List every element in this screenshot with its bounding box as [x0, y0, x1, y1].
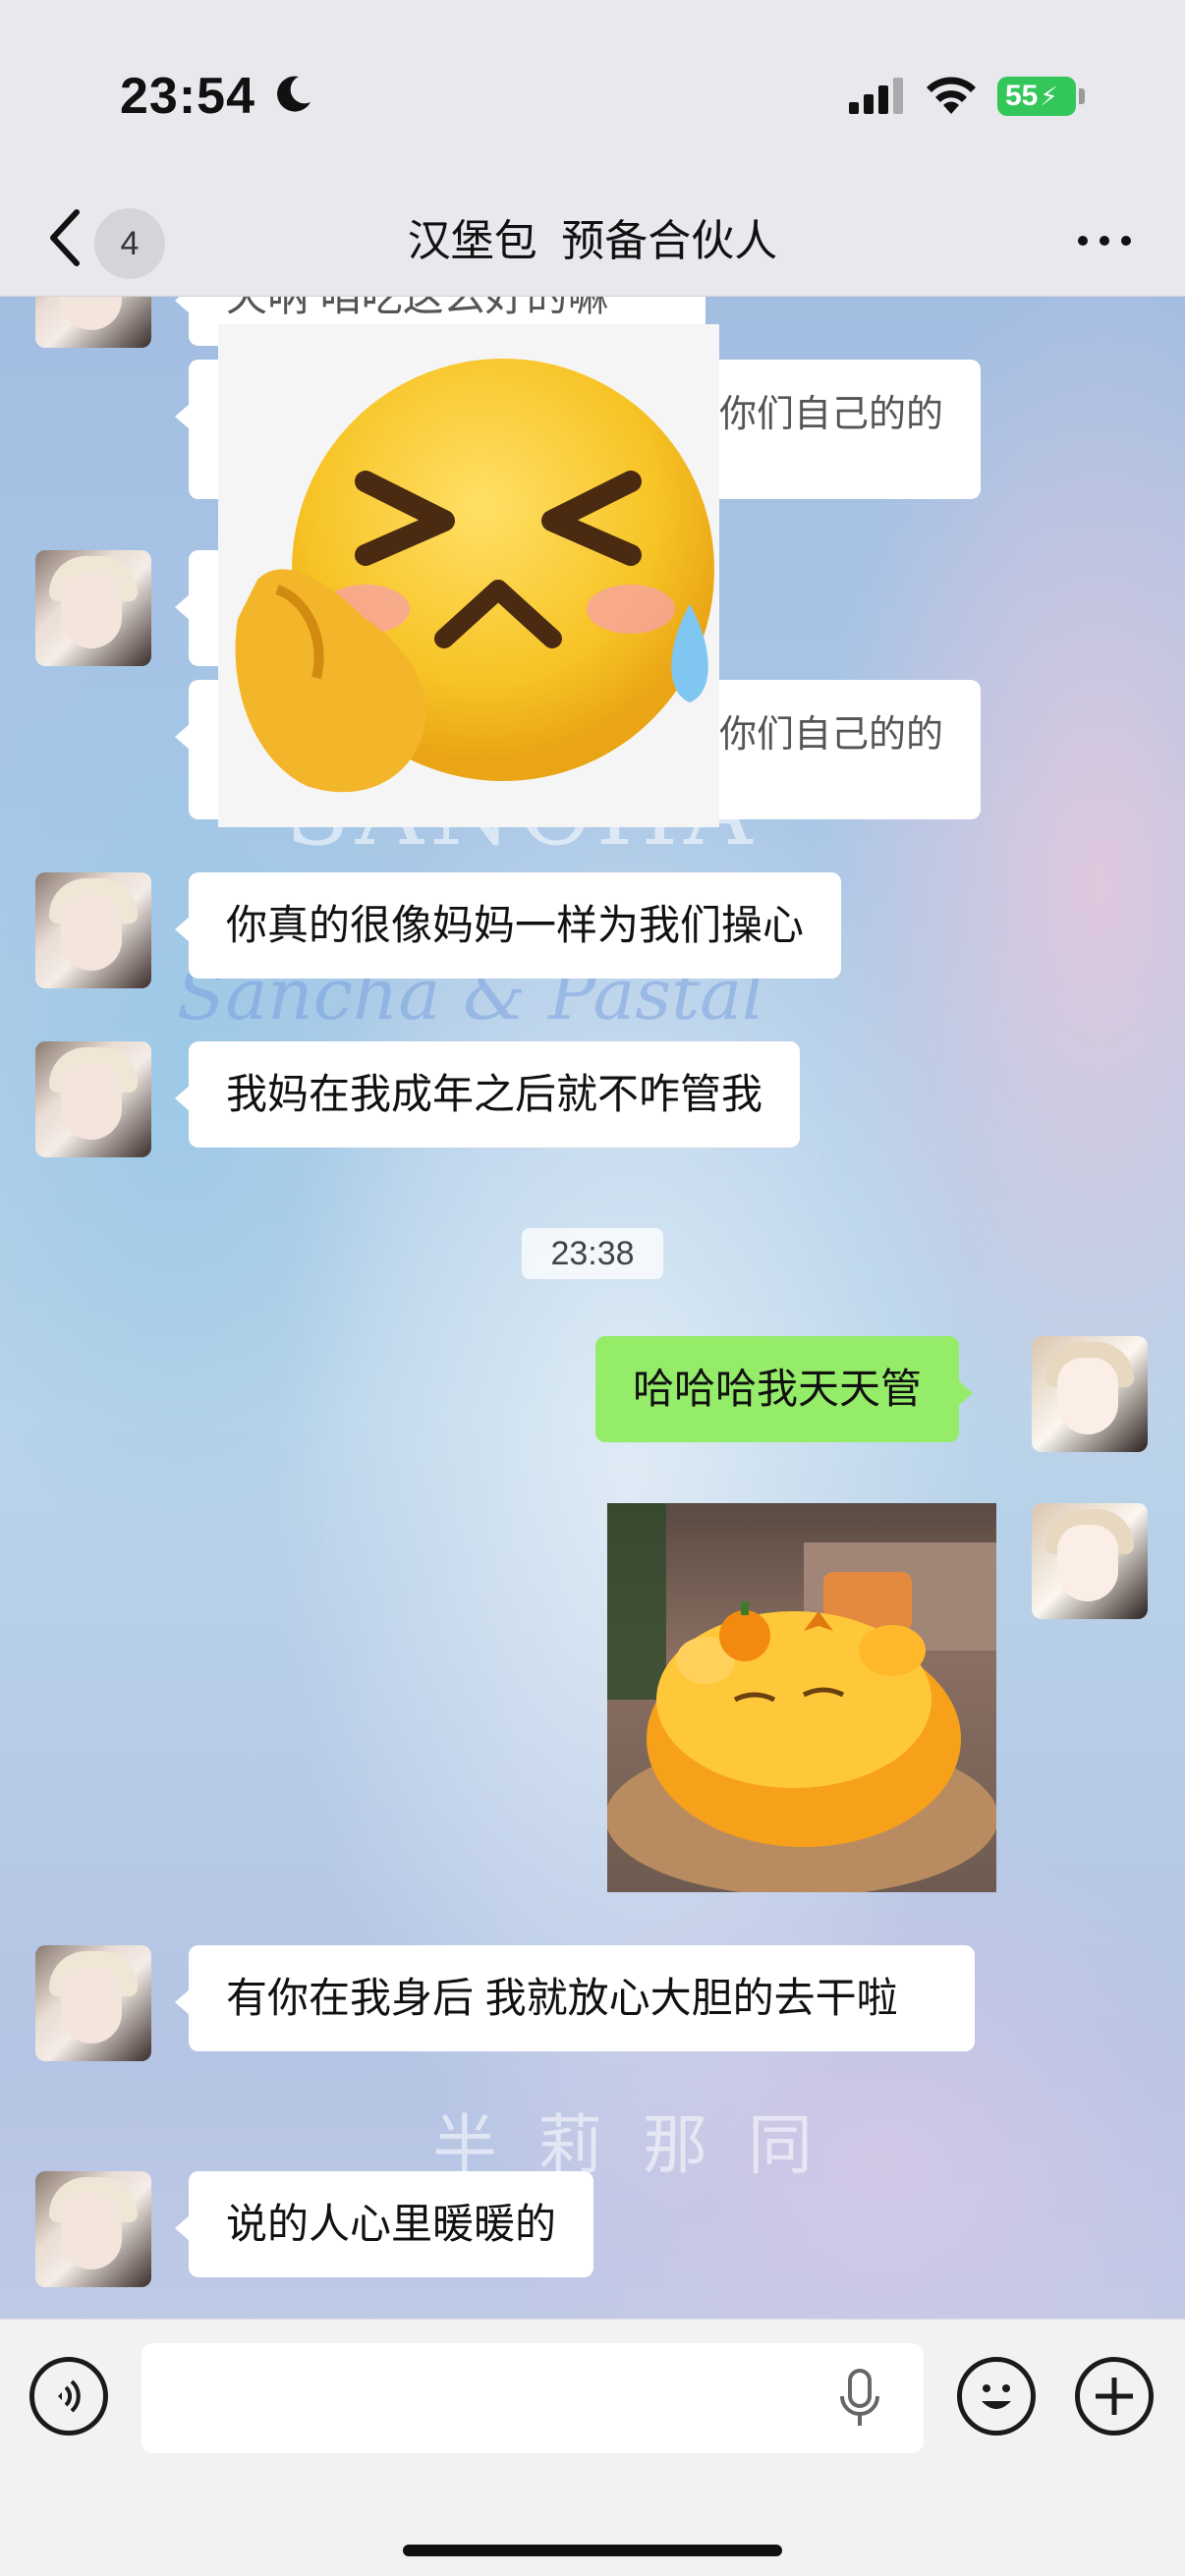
chevron-left-icon[interactable]: [45, 206, 85, 269]
message-text: 说的人心里暖暖的: [226, 2201, 557, 2247]
message-list[interactable]: 天呐 咱吃这么好的嘛 你们自己的的 你们自己的的: [0, 297, 1185, 2319]
orange-cow-plush-image[interactable]: [607, 1503, 996, 1892]
avatar[interactable]: [35, 1945, 151, 2061]
avatar[interactable]: [35, 1041, 151, 1157]
message-text: 你们自己的的: [718, 394, 943, 435]
more-icon[interactable]: [1075, 226, 1134, 255]
plush-illustration: [607, 1503, 996, 1892]
cry-laugh-emoji-sticker[interactable]: [218, 324, 719, 827]
home-indicator[interactable]: [403, 2545, 782, 2556]
message-text: 你真的很像妈妈一样为我们操心: [226, 902, 805, 948]
microphone-icon[interactable]: [835, 2367, 884, 2432]
avatar[interactable]: [35, 2171, 151, 2287]
add-icon[interactable]: [1075, 2357, 1154, 2436]
chat-title: 汉堡包 预备合伙人: [407, 217, 778, 265]
battery-charging-icon: 55 ⚡: [997, 77, 1076, 116]
message-bubble[interactable]: 我妈在我成年之后就不咋管我: [174, 1041, 801, 1148]
my-avatar[interactable]: [1032, 1503, 1148, 1619]
message-text: 有你在我身后 我就放心大胆的去干啦: [226, 1975, 898, 2021]
status-bar: 23:54 55 ⚡: [0, 0, 1185, 187]
moon-icon: [277, 76, 310, 112]
my-avatar[interactable]: [1032, 1336, 1148, 1452]
emoji-face-icon: [235, 359, 714, 793]
emoji-icon[interactable]: [957, 2357, 1036, 2436]
avatar[interactable]: [35, 297, 151, 348]
message-text: 你们自己的的: [718, 714, 943, 756]
message-composer: [0, 2319, 1185, 2576]
message-bubble[interactable]: 说的人心里暖暖的: [174, 2171, 594, 2277]
battery-level: 55: [1005, 80, 1039, 112]
bolt-icon: ⚡: [1040, 81, 1058, 111]
battery-tip: [1079, 88, 1085, 104]
cellular-signal-icon: [849, 78, 903, 114]
wifi-icon: [927, 77, 976, 114]
message-bubble[interactable]: 有你在我身后 我就放心大胆的去干啦: [175, 1945, 975, 2051]
avatar[interactable]: [35, 550, 151, 666]
timestamp: 23:38: [522, 1228, 663, 1279]
message-bubble-outgoing[interactable]: 哈哈哈我天天管: [595, 1336, 974, 1442]
unread-count-badge[interactable]: 4: [94, 208, 165, 279]
message-text: 我妈在我成年之后就不咋管我: [226, 1071, 763, 1117]
message-bubble[interactable]: 你真的很像妈妈一样为我们操心: [174, 872, 842, 979]
chat-header: 4 汉堡包 预备合伙人: [0, 187, 1185, 297]
voice-mode-icon[interactable]: [29, 2357, 108, 2436]
status-time: 23:54: [120, 68, 255, 125]
message-input[interactable]: [141, 2343, 924, 2453]
message-text: 哈哈哈我天天管: [633, 1366, 923, 1412]
message-text: 天呐 咱吃这么好的嘛: [226, 297, 609, 319]
avatar[interactable]: [35, 872, 151, 988]
